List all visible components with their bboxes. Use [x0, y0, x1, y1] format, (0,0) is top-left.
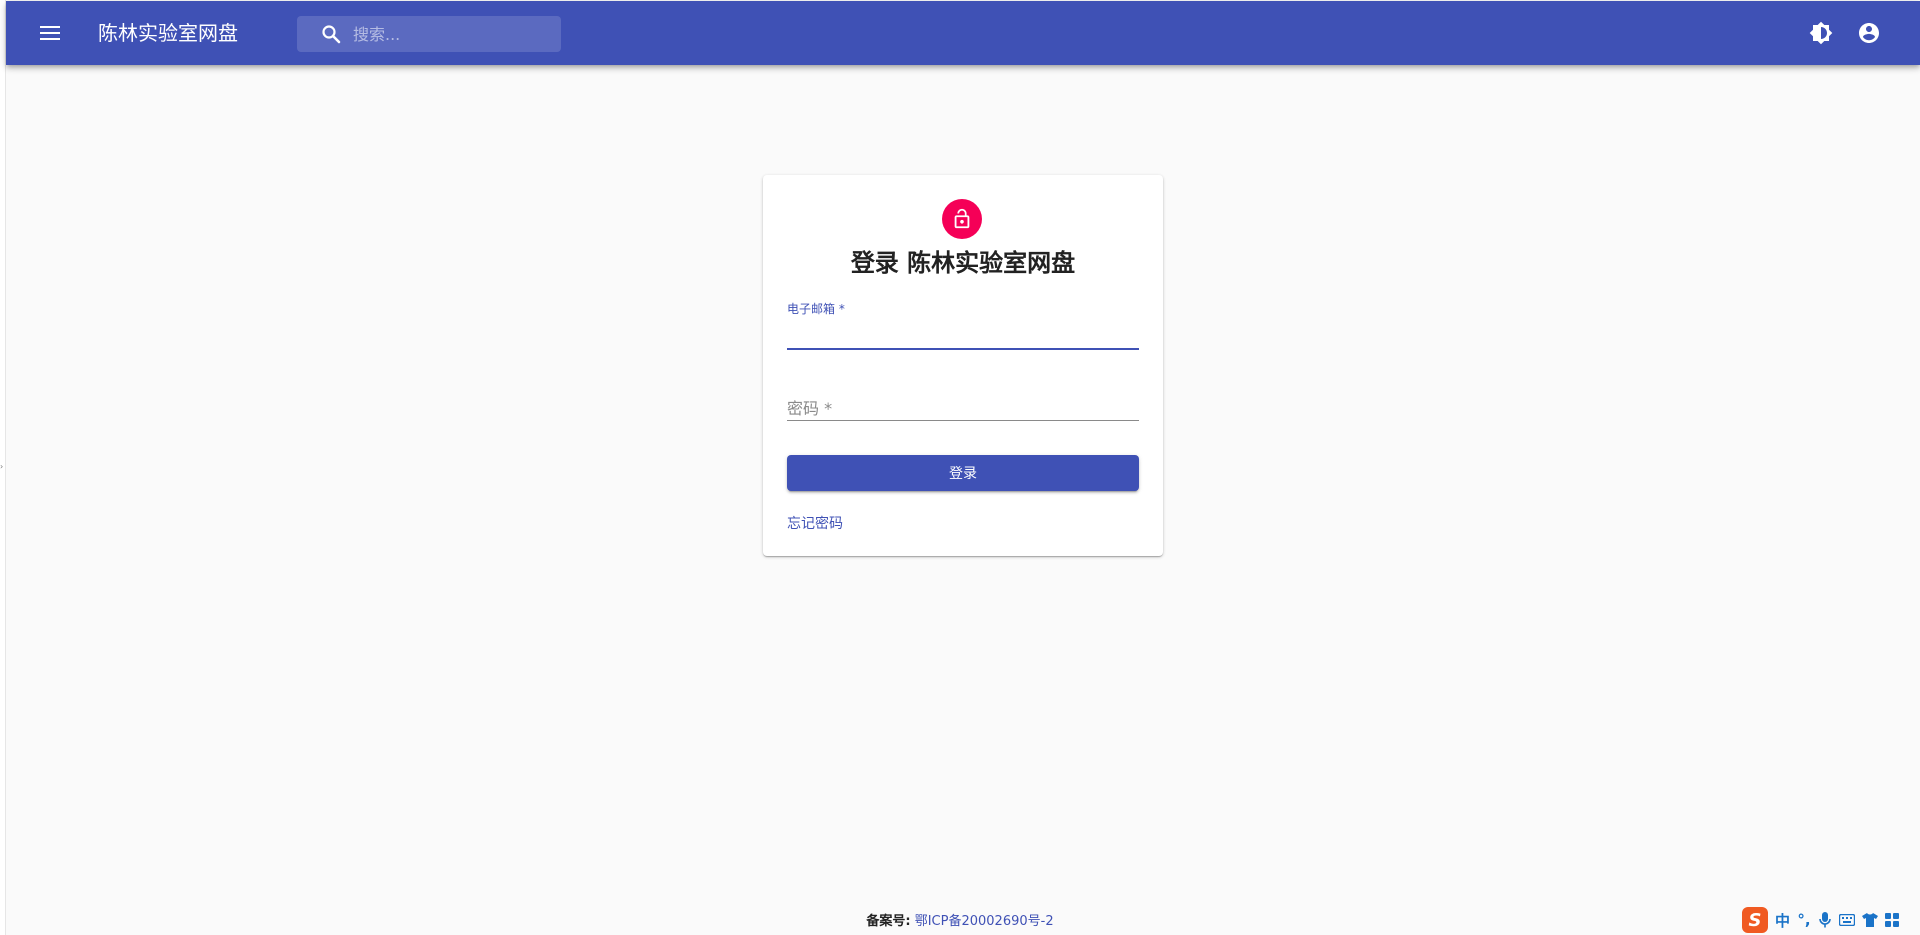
search-box[interactable]	[297, 16, 561, 52]
login-button[interactable]: 登录	[787, 455, 1139, 491]
app-bar: 陈林实验室网盘	[6, 1, 1920, 65]
search-input[interactable]	[353, 16, 553, 52]
email-label: 电子邮箱 *	[787, 302, 845, 316]
footer: 备案号: 鄂ICP备20002690号-2	[0, 910, 1920, 929]
search-icon	[322, 25, 341, 44]
lock-avatar	[942, 199, 982, 239]
grid-icon[interactable]	[1885, 913, 1900, 927]
email-underline	[787, 348, 1139, 350]
lock-open-icon	[954, 208, 970, 229]
app-title: 陈林实验室网盘	[98, 21, 238, 45]
account-button[interactable]	[1856, 20, 1882, 46]
email-input[interactable]	[787, 316, 1139, 344]
ime-toolbar: S 中 °,	[1738, 906, 1920, 934]
menu-icon	[40, 26, 60, 40]
theme-toggle-button[interactable]	[1808, 20, 1834, 46]
chevron-right-icon[interactable]: ›	[0, 462, 3, 471]
email-field[interactable]: 电子邮箱 *	[787, 300, 1139, 350]
ime-logo[interactable]: S	[1742, 907, 1768, 933]
password-underline	[787, 420, 1139, 421]
keyboard-icon[interactable]	[1839, 914, 1856, 926]
forgot-password-link[interactable]: 忘记密码	[787, 513, 843, 533]
microphone-icon[interactable]	[1818, 912, 1832, 928]
menu-button[interactable]	[36, 19, 64, 47]
icp-link[interactable]: 鄂ICP备20002690号-2	[915, 914, 1054, 929]
ime-mode[interactable]: 中	[1775, 910, 1790, 931]
ime-punctuation[interactable]: °,	[1797, 911, 1811, 929]
login-card: 登录 陈林实验室网盘 电子邮箱 * 密码 * 登录 忘记密码	[763, 175, 1163, 556]
shirt-icon[interactable]	[1862, 913, 1879, 927]
brightness-icon	[1809, 21, 1833, 45]
password-field[interactable]: 密码 *	[787, 395, 1139, 435]
password-input[interactable]	[787, 395, 1139, 423]
icp-label: 备案号:	[866, 914, 911, 929]
account-circle-icon	[1859, 23, 1879, 43]
left-edge-strip: ›	[0, 0, 6, 935]
login-title: 登录 陈林实验室网盘	[850, 249, 1076, 277]
